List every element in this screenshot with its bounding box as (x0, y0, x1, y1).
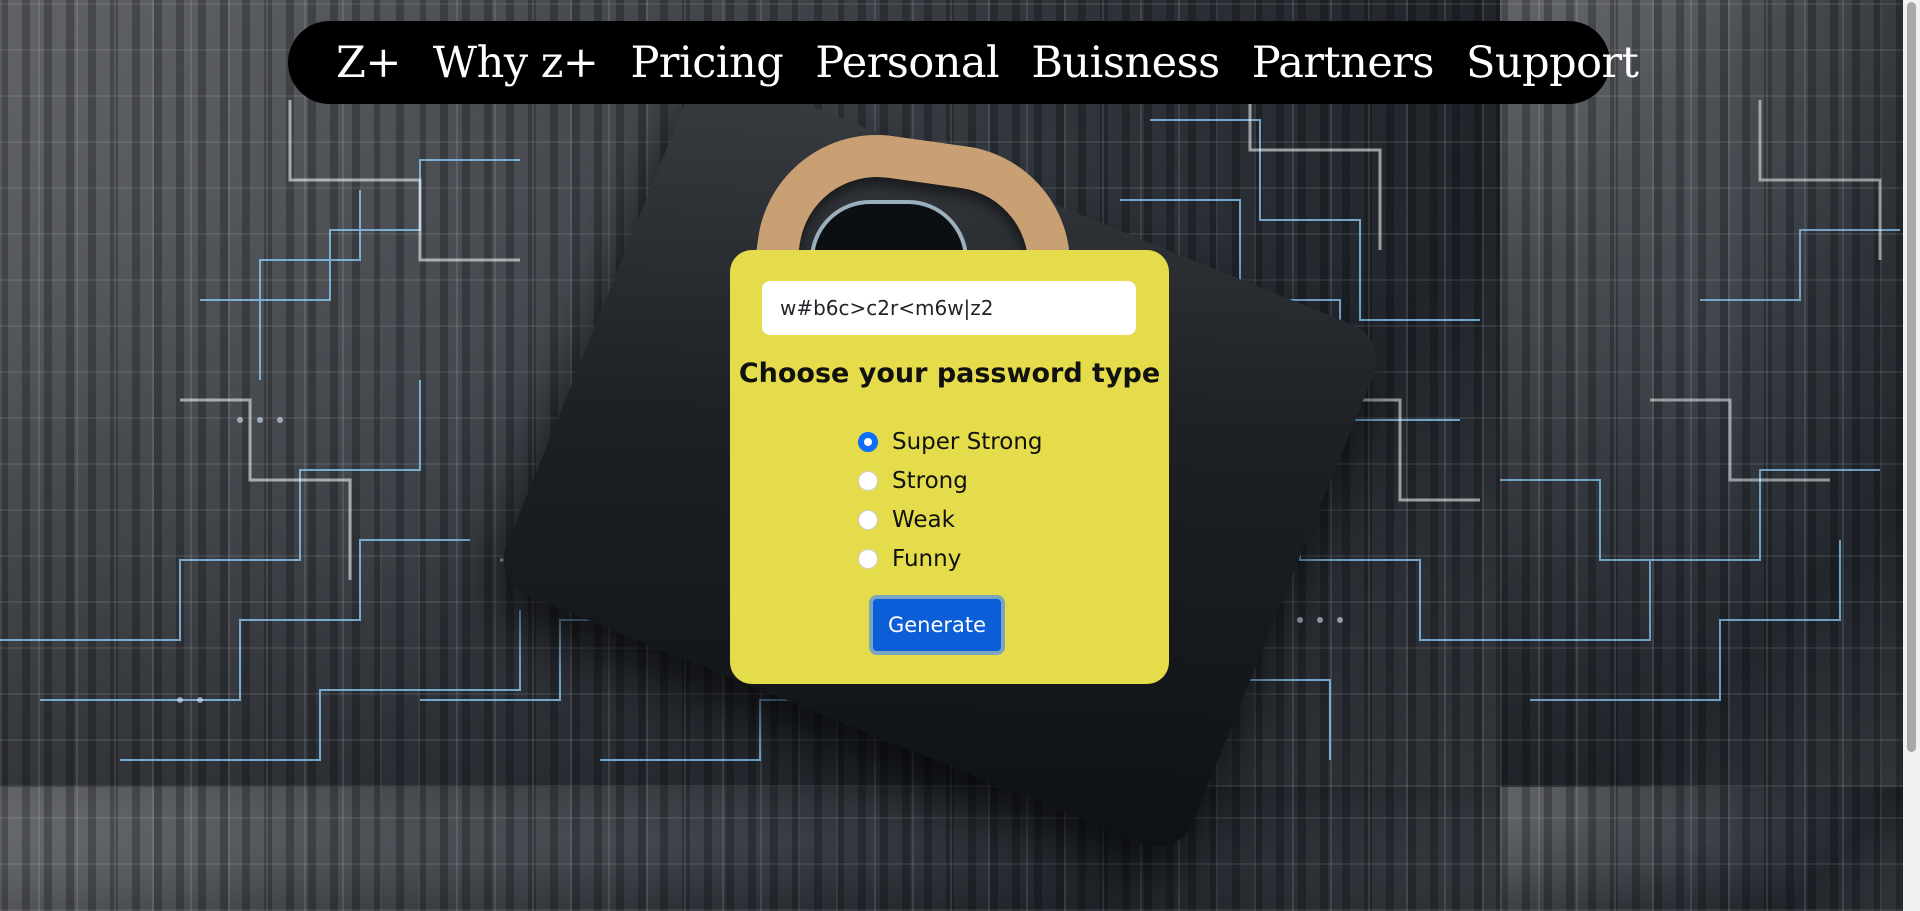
vertical-scrollbar[interactable] (1903, 0, 1920, 911)
nav-item-home[interactable]: Z+ (336, 38, 401, 88)
option-super-strong[interactable]: Super Strong (858, 422, 1043, 461)
background-image-tile (1500, 787, 1920, 911)
nav-item-support[interactable]: Support (1466, 38, 1639, 88)
radio-funny[interactable] (858, 548, 878, 569)
password-generator-card: Choose your password type Super Strong S… (730, 250, 1169, 684)
password-output-field[interactable] (762, 281, 1136, 335)
background-image-tile (0, 787, 1500, 911)
option-label: Super Strong (892, 428, 1043, 455)
radio-weak[interactable] (858, 509, 878, 530)
generate-button[interactable]: Generate (869, 595, 1005, 655)
option-label: Funny (892, 545, 962, 572)
option-label: Weak (892, 506, 955, 533)
option-strong[interactable]: Strong (858, 461, 1043, 500)
option-funny[interactable]: Funny (858, 539, 1043, 578)
password-type-heading: Choose your password type (738, 358, 1161, 389)
option-weak[interactable]: Weak (858, 500, 1043, 539)
scrollbar-thumb[interactable] (1907, 2, 1916, 752)
page: Z+ Why z+ Pricing Personal Buisness Part… (0, 0, 1920, 911)
nav-item-business[interactable]: Buisness (1031, 38, 1220, 88)
radio-super-strong[interactable] (858, 431, 878, 452)
top-nav: Z+ Why z+ Pricing Personal Buisness Part… (288, 21, 1639, 104)
option-label: Strong (892, 467, 968, 494)
nav-item-why[interactable]: Why z+ (433, 38, 599, 88)
nav-item-personal[interactable]: Personal (815, 38, 1000, 88)
nav-item-partners[interactable]: Partners (1252, 38, 1435, 88)
nav-item-pricing[interactable]: Pricing (630, 38, 783, 88)
background-image-tile (1500, 0, 1920, 787)
radio-strong[interactable] (858, 470, 878, 491)
password-type-options: Super Strong Strong Weak Funny (858, 422, 1043, 578)
